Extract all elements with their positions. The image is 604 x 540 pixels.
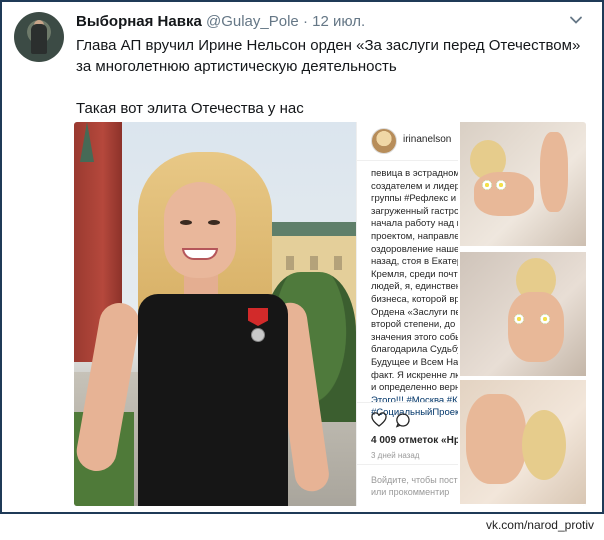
caption-line: благодарила Судьбу <box>371 344 462 356</box>
caption-line: создателем и лидер <box>371 180 460 192</box>
instagram-caption: певица в эстрадном создателем и лидер гр… <box>371 168 466 420</box>
caption-line-hashtags[interactable]: Этого!!! #Москва #К <box>371 395 459 408</box>
comment-icon[interactable] <box>395 412 411 428</box>
instagram-post-panel: irinanelson певица в эстрадном создателе… <box>356 122 466 506</box>
instagram-username[interactable]: irinanelson <box>403 134 451 145</box>
eye <box>180 220 192 225</box>
window <box>310 256 318 270</box>
caption-line: певица в эстрадном <box>371 168 460 179</box>
divider <box>357 464 459 465</box>
photo-woman-with-medal <box>74 122 356 506</box>
caption-line: проектом, направле <box>371 230 460 242</box>
caption-line: назад, стоя в Екатер <box>371 256 463 268</box>
caption-line: второй степени, до <box>371 319 456 331</box>
tweet-media-image[interactable]: irinanelson певица в эстрадном создателе… <box>74 122 586 506</box>
divider <box>357 160 459 161</box>
thumb-figure <box>508 292 564 362</box>
instagram-avatar[interactable] <box>371 128 397 154</box>
separator-dot: · <box>302 13 308 30</box>
tower-spire <box>80 122 94 162</box>
caption-line: значения этого собы <box>371 331 463 343</box>
caption-line: загруженный гастро <box>371 205 460 217</box>
login-prompt: Войдите, чтобы пост или прокомментир <box>371 474 459 498</box>
thumbnail-photo[interactable] <box>460 122 586 246</box>
author-name[interactable]: Выборная Навка <box>76 13 202 30</box>
thumb-figure <box>466 394 526 484</box>
thumb-figure <box>540 132 568 212</box>
caption-line: начала работу над н <box>371 218 462 230</box>
login-line: или прокомментир <box>371 487 450 497</box>
censor-flower-icon <box>482 180 492 190</box>
caption-line: Ордена «Заслуги пер <box>371 306 466 318</box>
tweet-text-line: Глава АП вручил Ирине Нельсон орден «За … <box>76 37 581 75</box>
author-handle[interactable]: @Gulay_Pole <box>206 13 299 30</box>
eye <box>208 220 220 225</box>
face <box>164 182 236 278</box>
tweet-text-line: Такая вот элита Отечества у нас <box>76 100 304 117</box>
avatar-figure <box>31 24 47 54</box>
heart-icon[interactable] <box>371 412 387 428</box>
caption-line: факт. Я искренне лю <box>371 369 463 381</box>
censor-flower-icon <box>540 314 550 324</box>
post-time: 3 дней назад <box>371 451 420 460</box>
censor-flower-icon <box>496 180 506 190</box>
instagram-photo-thumbnails <box>458 122 586 506</box>
watermark: vk.com/narod_protiv <box>485 518 594 532</box>
likes-count: 4 009 отметок «Нра <box>371 435 466 446</box>
black-dress <box>138 294 288 506</box>
caption-line: оздоровление наше <box>371 243 460 255</box>
thumb-figure <box>474 172 534 216</box>
tweet-date[interactable]: 12 июл. <box>312 13 365 30</box>
tweet-header: Выборная Навка @Gulay_Pole · 12 июл. <box>76 13 365 30</box>
caption-line: группы #Рефлекс и с <box>371 193 464 205</box>
login-line[interactable]: Войдите, чтобы пост <box>371 474 459 486</box>
window <box>334 256 342 270</box>
thumbnail-photo[interactable] <box>460 252 586 376</box>
thumbnail-photo[interactable] <box>460 380 586 504</box>
window <box>286 256 294 270</box>
caption-line: и определенно верн <box>371 382 461 394</box>
caption-line: людей, я, единствен <box>371 281 462 293</box>
caption-line: Кремля, среди почте <box>371 268 463 280</box>
medal-icon <box>251 328 265 342</box>
divider <box>357 402 459 403</box>
censor-flower-icon <box>514 314 524 324</box>
caption-line: Будущее и Всем Нам <box>371 356 465 368</box>
avatar[interactable] <box>14 12 64 62</box>
caption-line: бизнеса, которой вр <box>371 293 460 305</box>
thumb-hair <box>522 410 566 480</box>
chevron-down-icon[interactable] <box>568 12 584 28</box>
